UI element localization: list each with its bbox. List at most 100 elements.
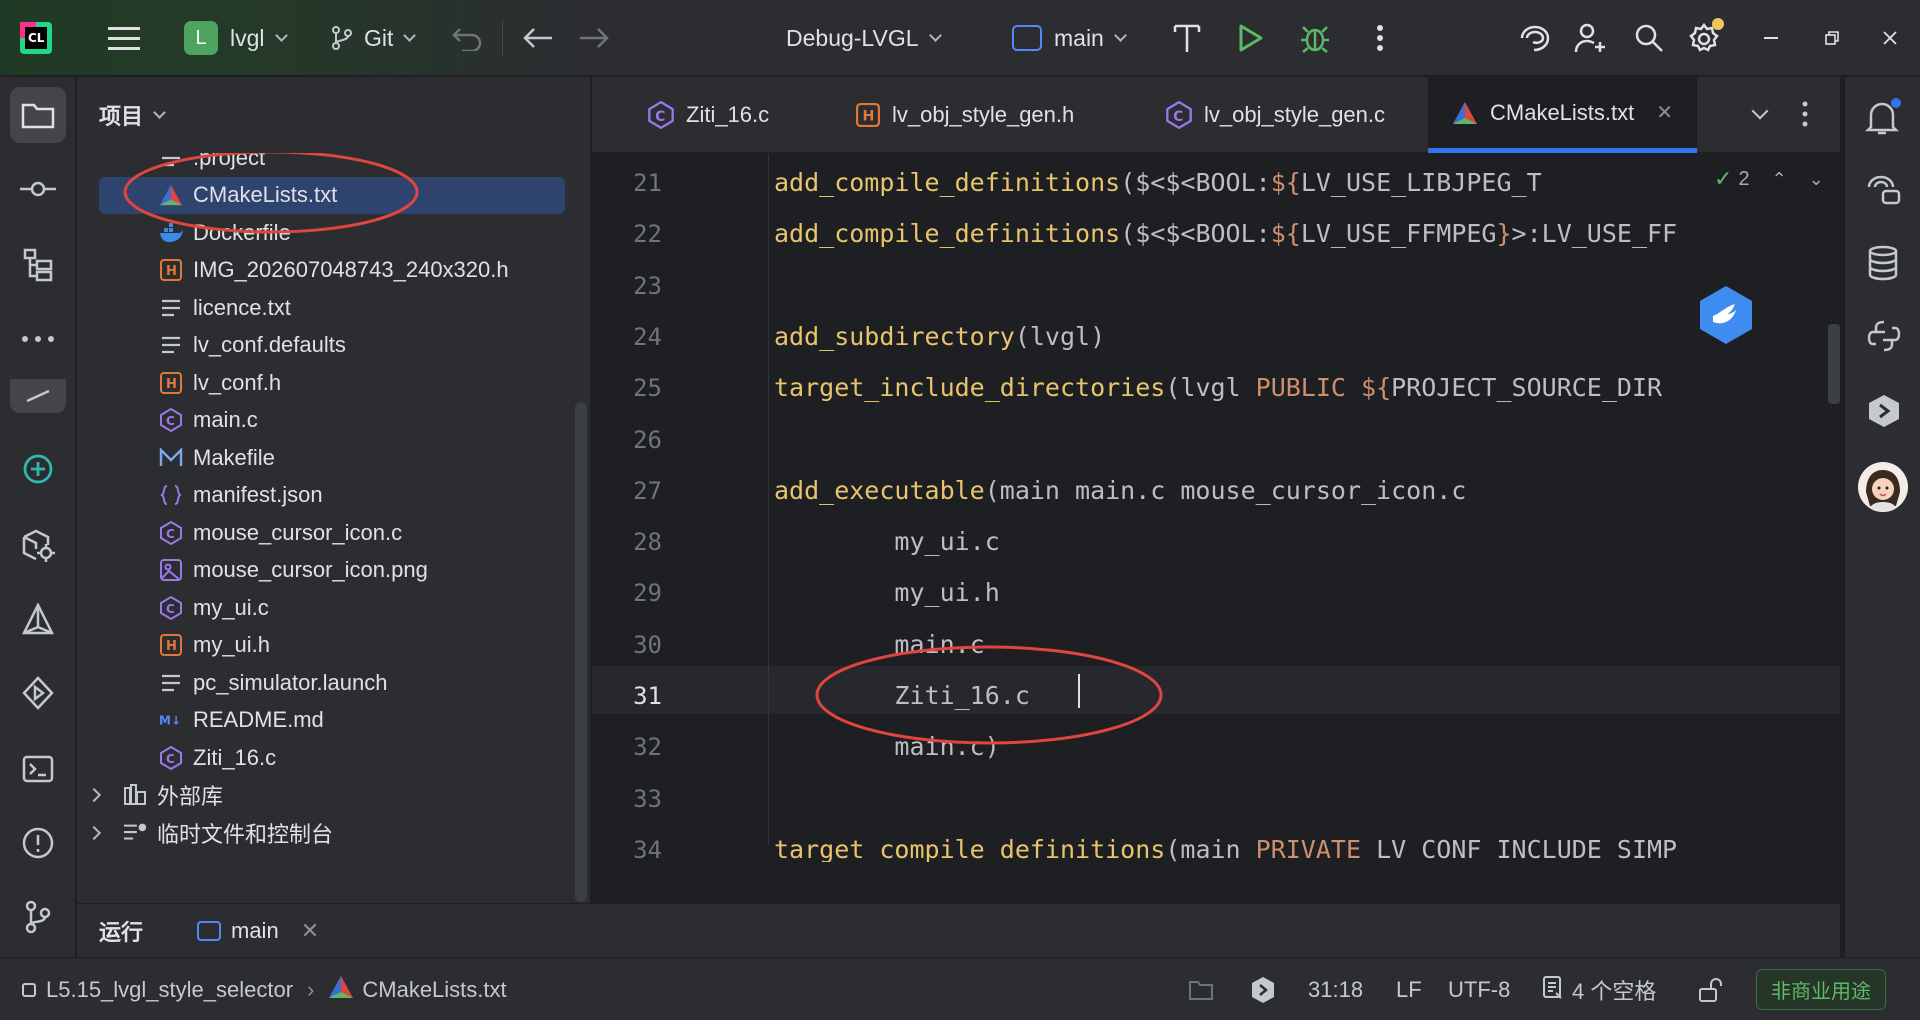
vcs-widget[interactable]: Git <box>330 0 417 76</box>
tree-file-label: my_ui.c <box>193 594 269 620</box>
run-config-selector[interactable]: Debug-LVGL <box>786 0 942 76</box>
code-token: ($<$<BOOL: <box>1120 168 1271 197</box>
tree-file-item[interactable]: C Ziti_16.c <box>77 739 577 776</box>
problems-tool-icon[interactable] <box>10 815 66 871</box>
tree-file-item[interactable]: licence.txt <box>77 289 577 326</box>
tab-more-icon[interactable] <box>1802 101 1808 132</box>
services-tool-icon[interactable] <box>10 517 66 573</box>
code-line[interactable]: add_executable(main main.c mouse_cursor_… <box>774 474 1466 508</box>
run-tab[interactable]: main ✕ <box>197 904 319 958</box>
ai-chat-icon[interactable] <box>1865 171 1901 210</box>
run-icon[interactable] <box>1238 0 1264 76</box>
target-selector[interactable]: main <box>1012 0 1127 76</box>
chevron-right-icon[interactable] <box>86 825 102 840</box>
editor-tab[interactable]: Clv_obj_style_gen.c <box>1166 77 1385 153</box>
c-file-icon: C <box>648 101 674 129</box>
tree-file-item[interactable]: Cmouse_cursor_icon.c <box>77 514 577 551</box>
tree-file-item[interactable]: Hmy_ui.h <box>77 627 577 664</box>
app-logo-icon[interactable]: CL <box>18 0 54 76</box>
tree-file-item[interactable]: M↓ README.md <box>77 702 577 739</box>
tree-file-item[interactable]: lv_conf.defaults <box>77 327 577 364</box>
tree-file-item[interactable]: Makefile <box>77 439 577 476</box>
code-line[interactable]: add_compile_definitions($<$<BOOL:${LV_US… <box>774 217 1677 251</box>
run-label[interactable]: 运行 <box>99 904 143 958</box>
notifications-bell-icon[interactable] <box>1863 97 1903 142</box>
back-icon[interactable] <box>522 0 554 76</box>
more-actions-icon[interactable] <box>1376 0 1384 76</box>
user-avatar[interactable] <box>1858 462 1908 512</box>
tree-file-item[interactable]: Hlv_conf.h <box>77 364 577 401</box>
services-run-icon[interactable] <box>10 665 66 721</box>
commit-tool-icon[interactable] <box>10 161 66 217</box>
forward-icon[interactable] <box>578 0 610 76</box>
editor-scrollbar[interactable] <box>1828 324 1840 404</box>
close-tab-icon[interactable]: ✕ <box>1656 100 1673 125</box>
breadcrumb-project[interactable]: L5.15_lvgl_style_selector <box>46 977 293 1003</box>
tree-file-item[interactable]: Cmain.c <box>77 402 577 439</box>
plugin-status-icon[interactable] <box>1250 958 1276 1020</box>
chevron-right-icon[interactable] <box>86 787 102 803</box>
highlighted-tool-icon[interactable] <box>10 379 66 413</box>
code-line[interactable]: target_include_directories(lvgl PUBLIC $… <box>774 371 1662 405</box>
ai-assistant-icon[interactable] <box>1518 0 1552 76</box>
plugin-cube-icon[interactable] <box>1867 393 1901 434</box>
terminal-tool-icon[interactable] <box>10 741 66 797</box>
git-tool-icon[interactable] <box>10 889 66 945</box>
inspection-widget[interactable]: ✓ 2 ⌃ ⌄ <box>1708 166 1830 192</box>
project-switcher[interactable]: L lvgl <box>184 0 288 76</box>
indent-setting[interactable]: 4 个空格 <box>1542 958 1656 1020</box>
more-tools-icon[interactable] <box>10 311 66 367</box>
cursor-position[interactable]: 31:18 <box>1308 958 1363 1020</box>
tree-file-item[interactable]: mouse_cursor_icon.png <box>77 552 577 589</box>
project-tool-folder-icon[interactable] <box>10 87 66 143</box>
chevron-down-icon <box>403 28 417 42</box>
floating-bird-assistant-icon[interactable] <box>1695 284 1757 346</box>
tree-scrollbar[interactable] <box>575 402 587 902</box>
window-target-icon <box>1012 25 1042 51</box>
window-target-icon <box>197 921 221 941</box>
editor-tab[interactable]: Hlv_obj_style_gen.h <box>856 77 1074 153</box>
chevron-up-icon[interactable]: ⌃ <box>1772 169 1787 190</box>
tab-list-chevron-icon[interactable] <box>1751 102 1769 120</box>
code-line[interactable]: add_compile_definitions($<$<BOOL:${LV_US… <box>774 166 1542 200</box>
code-line[interactable]: my_ui.c <box>774 525 999 559</box>
code-line[interactable]: my_ui.h <box>774 576 999 610</box>
settings-gear-icon[interactable] <box>1688 0 1724 76</box>
editor-tab[interactable]: CMakeLists.txt ✕ <box>1428 77 1698 153</box>
editor-tab[interactable]: C Ziti_16.c <box>648 77 769 153</box>
main-menu-icon[interactable] <box>108 0 140 76</box>
search-icon[interactable] <box>1634 0 1664 76</box>
folder-status-icon[interactable] <box>1188 958 1214 1020</box>
code-line[interactable]: target_compile_definitions(main PRIVATE … <box>774 833 1677 862</box>
undo-icon[interactable] <box>450 0 484 76</box>
file-encoding[interactable]: UTF-8 <box>1448 958 1510 1020</box>
python-console-icon[interactable] <box>1867 319 1901 358</box>
breadcrumb-file[interactable]: CMakeLists.txt <box>362 977 506 1003</box>
chevron-down-icon <box>153 105 166 119</box>
readonly-lock-icon[interactable] <box>1698 958 1724 1020</box>
line-separator[interactable]: LF <box>1396 958 1422 1020</box>
add-plugin-icon[interactable] <box>10 441 66 497</box>
tree-group-item[interactable]: 临时文件和控制台 <box>77 814 577 851</box>
tree-file-item[interactable]: manifest.json <box>77 477 577 514</box>
code-line[interactable]: add_subdirectory(lvgl) <box>774 320 1105 354</box>
chevron-down-icon[interactable]: ⌄ <box>1809 169 1824 190</box>
tree-file-item[interactable]: Cmy_ui.c <box>77 589 577 626</box>
database-icon[interactable] <box>1867 245 1899 286</box>
tree-group-item[interactable]: 外部库 <box>77 777 577 814</box>
add-user-icon[interactable] <box>1574 0 1608 76</box>
project-panel-header[interactable]: 项目 <box>99 77 166 153</box>
close-window-icon[interactable] <box>1882 0 1898 76</box>
build-hammer-icon[interactable] <box>1172 0 1202 76</box>
tree-file-item[interactable]: H IMG_202607048743_240x320.h <box>77 252 577 289</box>
debug-bug-icon[interactable] <box>1300 0 1330 76</box>
close-icon[interactable]: ✕ <box>301 918 319 944</box>
minimize-icon[interactable] <box>1764 0 1780 76</box>
cmake-tool-icon[interactable] <box>10 591 66 647</box>
structure-tool-icon[interactable] <box>10 237 66 293</box>
license-badge[interactable]: 非商业用途 <box>1756 958 1886 1020</box>
breadcrumb: L5.15_lvgl_style_selector › CMakeLists.t… <box>22 958 507 1020</box>
tree-file-item[interactable]: pc_simulator.launch <box>77 664 577 701</box>
restore-icon[interactable] <box>1824 0 1840 76</box>
code-editor[interactable]: 21 add_compile_definitions($<$<BOOL:${LV_… <box>592 154 1840 862</box>
